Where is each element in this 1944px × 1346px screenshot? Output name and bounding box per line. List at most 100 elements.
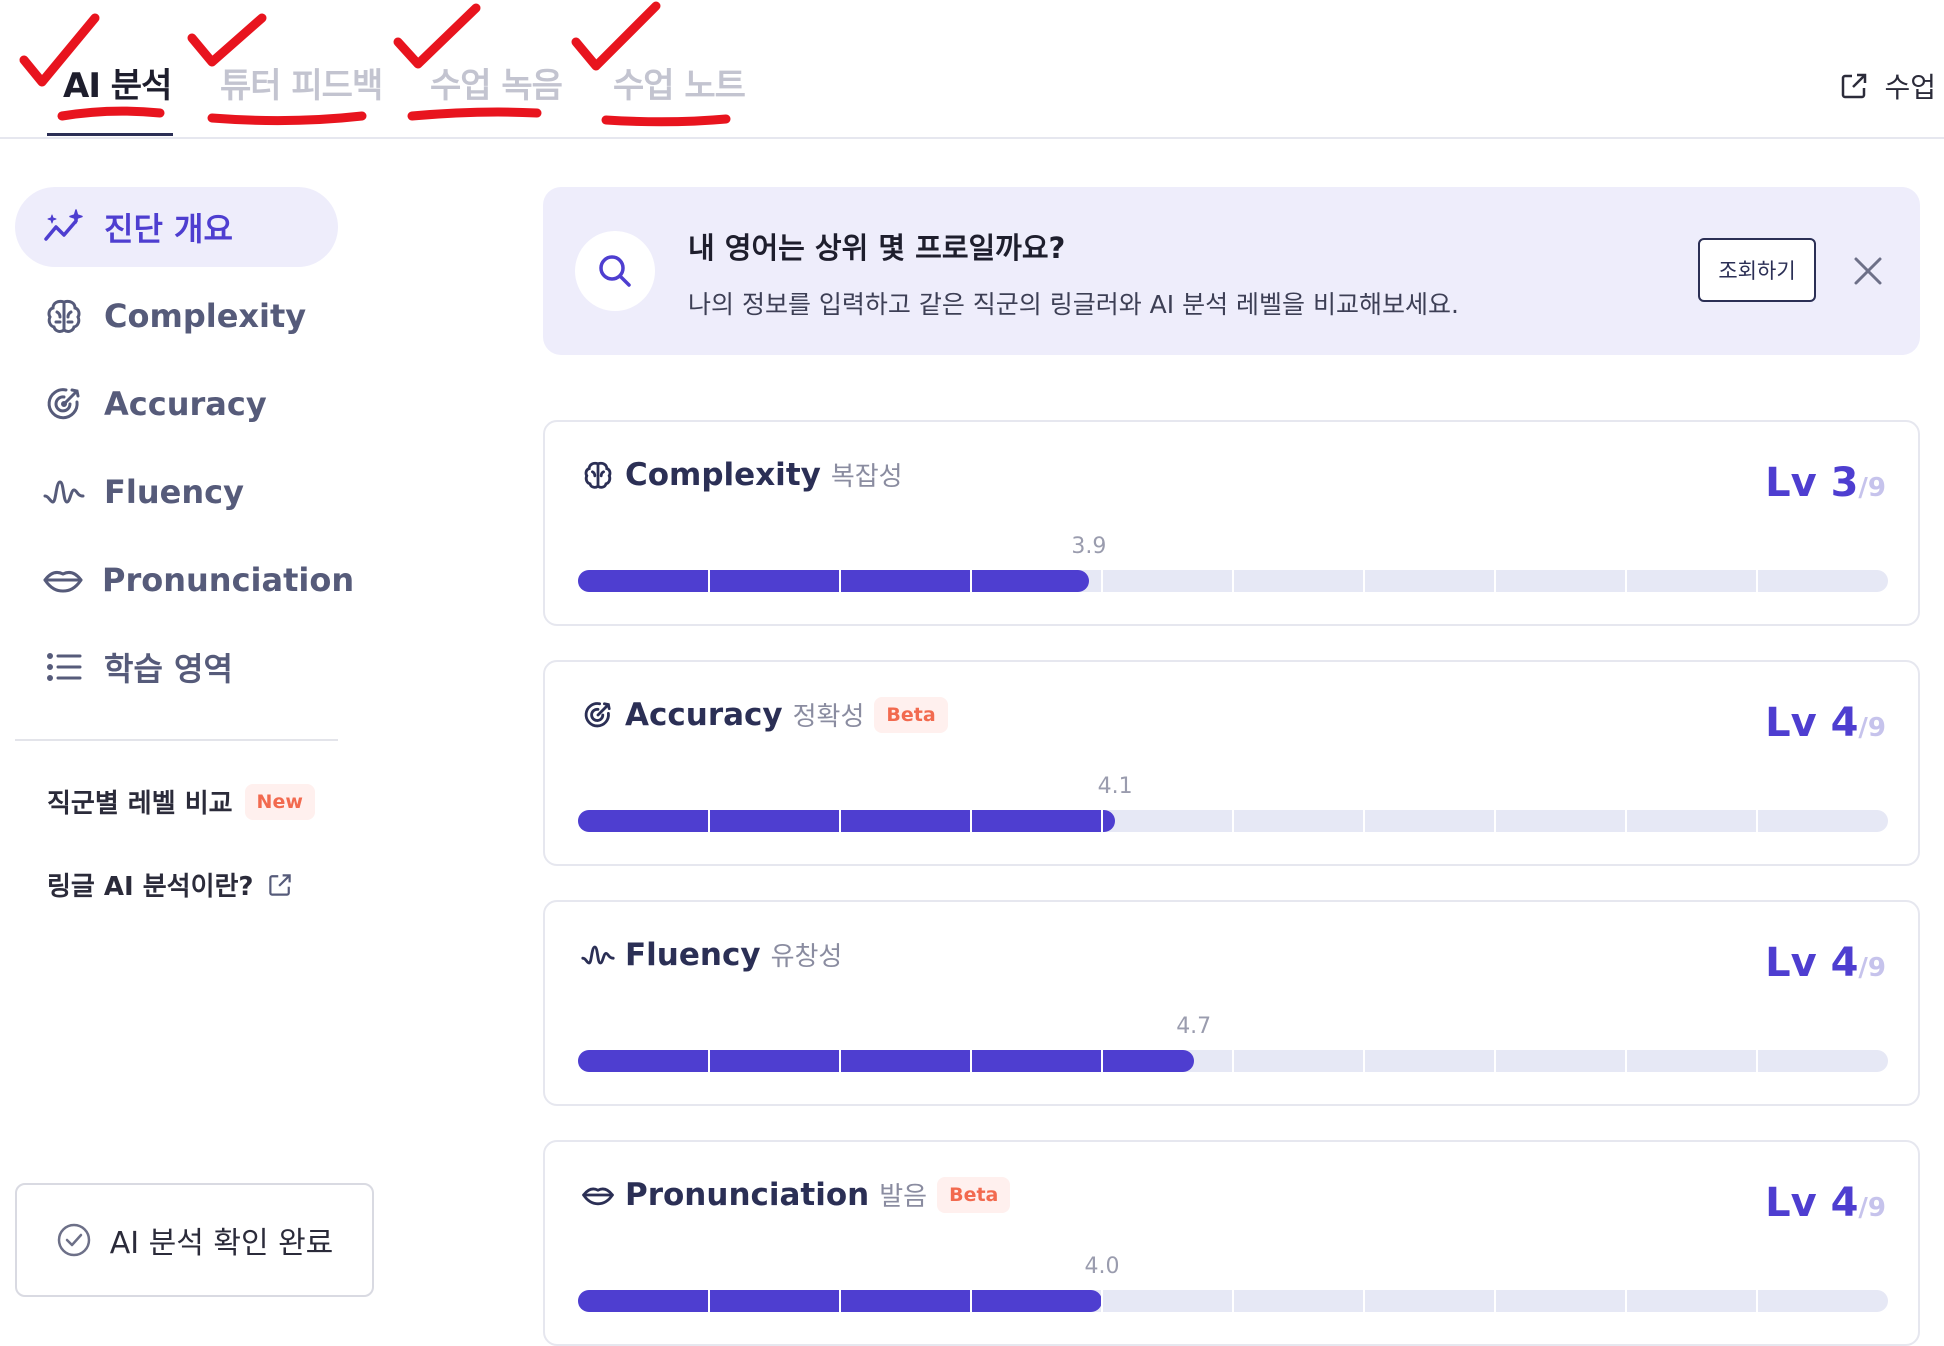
bar-segment-divider — [1101, 1050, 1103, 1072]
lips-icon — [42, 558, 84, 602]
banner-subtitle: 나의 정보를 입력하고 같은 직군의 링글러와 AI 분석 레벨을 비교해보세요… — [688, 290, 1459, 319]
sidebar-item-label: Accuracy — [104, 385, 267, 423]
bar-segment-divider — [1494, 1290, 1496, 1312]
lookup-button[interactable]: 조회하기 — [1698, 238, 1816, 302]
bar-segment-divider — [1494, 1050, 1496, 1072]
job-level-compare-label: 직군별 레벨 비교 — [47, 789, 233, 819]
metric-korean-label: 유창성 — [770, 942, 843, 972]
level-max: /9 — [1858, 953, 1886, 983]
bar-segment-divider — [1101, 810, 1103, 832]
bar-segment-divider — [1363, 810, 1365, 832]
sidebar-item-fluency[interactable]: Fluency — [15, 452, 338, 532]
metric-card-complexity: Complexity 복잡성 Lv 3 /9 3.9 — [543, 420, 1920, 626]
lips-icon — [581, 1178, 615, 1212]
ai-analysis-confirm-button[interactable]: AI 분석 확인 완료 — [15, 1183, 374, 1297]
wave-icon — [42, 470, 86, 514]
bar-segment-divider — [1625, 1050, 1627, 1072]
bar-segment-divider — [970, 810, 972, 832]
level-max: /9 — [1858, 1193, 1886, 1223]
tab-lesson-recording[interactable]: 수업 녹음 — [430, 58, 563, 107]
sidebar-item-label: Fluency — [104, 473, 244, 511]
level-value: Lv 4 — [1765, 940, 1859, 986]
confirm-button-label: AI 분석 확인 완료 — [109, 1226, 334, 1261]
brain-icon — [581, 458, 615, 492]
sidebar-item-label: Complexity — [104, 297, 307, 335]
bar-segment-divider — [1756, 1290, 1758, 1312]
close-icon[interactable] — [1850, 253, 1886, 289]
search-icon — [599, 255, 631, 287]
metric-korean-label: 복잡성 — [830, 462, 903, 492]
ringle-ai-about-link[interactable]: 링글 AI 분석이란? — [47, 866, 294, 903]
bar-segment-divider — [970, 570, 972, 592]
external-link-icon — [1842, 73, 1867, 99]
tab-tutor-feedback[interactable]: 튜터 피드백 — [220, 58, 383, 107]
level-indicator: Lv 3 /9 — [1765, 460, 1886, 506]
score-label: 4.1 — [1097, 774, 1133, 799]
sidebar-item-accuracy[interactable]: Accuracy — [15, 364, 338, 444]
open-lesson-link[interactable]: 수업 — [1838, 66, 1936, 106]
brain-icon — [42, 294, 86, 338]
bar-segment-divider — [839, 810, 841, 832]
sidebar-item-overview[interactable]: 진단 개요 — [15, 187, 338, 267]
score-label: 4.0 — [1084, 1254, 1120, 1279]
sidebar-item-label: 진단 개요 — [104, 210, 233, 248]
bar-segment-divider — [1101, 570, 1103, 592]
bar-segment-divider — [1625, 1290, 1627, 1312]
level-bar — [578, 1050, 1888, 1072]
target-icon — [42, 382, 86, 426]
bar-fill — [578, 570, 1089, 592]
beta-badge: Beta — [937, 1176, 1011, 1213]
bar-fill — [578, 810, 1116, 832]
tab-bar: AI 분석 튜터 피드백 수업 녹음 수업 노트 수업 — [0, 0, 1944, 139]
bar-segment-divider — [839, 570, 841, 592]
bar-segment-divider — [1494, 570, 1496, 592]
beta-badge: Beta — [874, 696, 948, 733]
tab-lesson-notes[interactable]: 수업 노트 — [613, 58, 746, 107]
bar-segment-divider — [1232, 570, 1234, 592]
bar-segment-divider — [1363, 1050, 1365, 1072]
level-max: /9 — [1858, 713, 1886, 743]
level-value: Lv 4 — [1765, 700, 1859, 746]
sidebar-item-label: Pronunciation — [102, 561, 355, 599]
trend-sparkle-icon — [42, 205, 86, 249]
score-label: 4.7 — [1176, 1014, 1212, 1039]
external-link-icon — [268, 873, 291, 896]
metric-title: Accuracy — [625, 696, 783, 733]
bar-segment-divider — [708, 1050, 710, 1072]
metric-title: Fluency — [625, 936, 761, 973]
banner-title: 내 영어는 상위 몇 프로일까요? — [688, 231, 1066, 265]
level-bar — [578, 570, 1888, 592]
bar-segment-divider — [839, 1050, 841, 1072]
active-tab-indicator — [47, 133, 173, 136]
sidebar-item-complexity[interactable]: Complexity — [15, 276, 338, 356]
bar-segment-divider — [839, 1290, 841, 1312]
level-indicator: Lv 4 /9 — [1765, 940, 1886, 986]
bar-segment-divider — [1232, 810, 1234, 832]
check-circle-icon — [57, 1223, 90, 1257]
job-level-compare-link[interactable]: 직군별 레벨 비교 New — [47, 783, 315, 820]
bar-segment-divider — [1101, 1290, 1103, 1312]
bar-segment-divider — [1756, 570, 1758, 592]
metric-korean-label: 발음 — [879, 1182, 928, 1212]
bar-segment-divider — [1232, 1050, 1234, 1072]
bar-segment-divider — [1494, 810, 1496, 832]
metric-title: Pronunciation — [625, 1176, 870, 1213]
list-icon — [42, 645, 86, 689]
target-icon — [581, 698, 615, 732]
metric-card-pronunciation: Pronunciation 발음 Beta Lv 4 /9 4.0 — [543, 1140, 1920, 1346]
bar-segment-divider — [1363, 1290, 1365, 1312]
metric-korean-label: 정확성 — [792, 702, 865, 732]
bar-segment-divider — [1625, 810, 1627, 832]
bar-segment-divider — [708, 810, 710, 832]
sidebar-item-pronunciation[interactable]: Pronunciation — [15, 540, 354, 620]
metric-card-accuracy: Accuracy 정확성 Beta Lv 4 /9 4.1 — [543, 660, 1920, 866]
level-bar — [578, 1290, 1888, 1312]
bar-segment-divider — [1625, 570, 1627, 592]
sidebar-item-label: 학습 영역 — [104, 650, 233, 688]
level-indicator: Lv 4 /9 — [1765, 700, 1886, 746]
ringle-ai-about-label: 링글 AI 분석이란? — [47, 872, 254, 902]
metric-title: Complexity — [625, 456, 821, 493]
tab-ai-analysis[interactable]: AI 분석 — [63, 58, 172, 107]
bar-segment-divider — [1232, 1290, 1234, 1312]
sidebar-item-learning-area[interactable]: 학습 영역 — [15, 627, 338, 707]
